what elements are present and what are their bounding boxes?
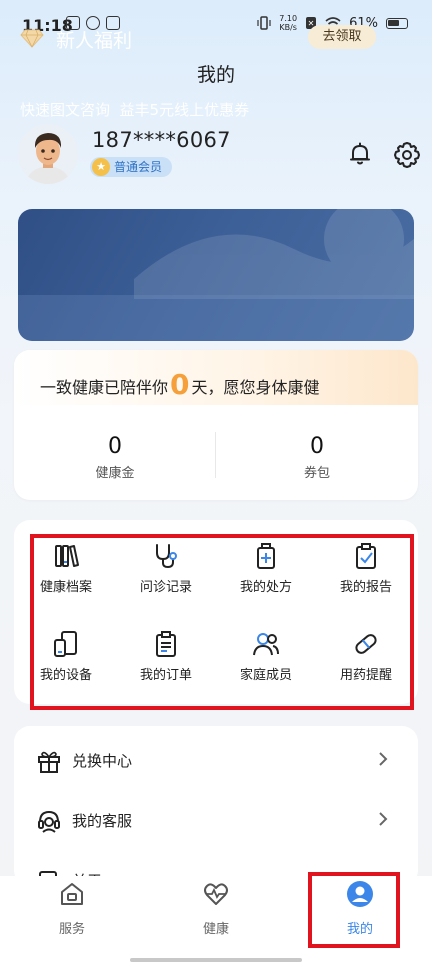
nav-label: 服务 bbox=[58, 922, 85, 937]
companion-text-before: 一致健康已陪伴你 bbox=[40, 378, 169, 397]
nav-label: 健康 bbox=[202, 922, 229, 937]
menu-item-customer-service[interactable]: 我的客服 bbox=[14, 792, 418, 850]
coupon-wallet-value[interactable]: 0 bbox=[217, 434, 417, 459]
nav-tab-service[interactable]: 服务 bbox=[12, 880, 132, 946]
stat-divider bbox=[215, 432, 216, 478]
network-speed-value: 7.10 bbox=[279, 14, 298, 23]
avatar[interactable] bbox=[18, 124, 78, 184]
nav-tab-health[interactable]: 健康 bbox=[156, 880, 276, 946]
welfare-title: 新人福利 bbox=[56, 30, 133, 52]
home-indicator bbox=[130, 958, 302, 962]
battery-icon bbox=[386, 17, 408, 29]
companion-text: 一致健康已陪伴你 0 天，愿您身体康健 bbox=[40, 368, 320, 401]
chevron-right-icon bbox=[379, 752, 388, 766]
home-icon bbox=[61, 883, 83, 905]
coupon-wallet-label[interactable]: 券包 bbox=[217, 462, 417, 481]
gift-icon bbox=[38, 751, 60, 773]
diamond-icon bbox=[20, 29, 44, 48]
network-speed: 7.10 KB/s bbox=[279, 14, 297, 32]
health-gold-value[interactable]: 0 bbox=[15, 434, 215, 459]
new-user-welfare-card[interactable] bbox=[18, 209, 414, 341]
companion-text-after: 天，愿您身体康健 bbox=[191, 378, 320, 397]
chevron-right-icon bbox=[379, 812, 388, 826]
menu-label: 兑换中心 bbox=[72, 752, 133, 770]
star-icon: ★ bbox=[92, 158, 110, 176]
phone-number: 187****6067 bbox=[92, 128, 231, 152]
welfare-description: 快速图文咨询 益丰5元线上优惠券 bbox=[20, 101, 250, 119]
menu-item-exchange-center[interactable]: 兑换中心 bbox=[14, 732, 418, 790]
gear-icon[interactable] bbox=[392, 140, 422, 170]
annotation-highlight-box bbox=[308, 872, 400, 948]
page-title: 我的 bbox=[196, 64, 235, 86]
companion-days: 0 bbox=[170, 368, 190, 401]
network-speed-unit: KB/s bbox=[279, 23, 297, 32]
bell-icon[interactable] bbox=[346, 140, 374, 168]
claim-button[interactable]: 去领取 bbox=[308, 25, 376, 49]
health-gold-label[interactable]: 健康金 bbox=[15, 462, 215, 481]
annotation-highlight-box bbox=[30, 534, 414, 710]
avatar-image bbox=[18, 124, 78, 184]
member-badge-label: 普通会员 bbox=[114, 160, 163, 174]
heart-pulse-icon bbox=[204, 883, 228, 905]
vibrate-icon bbox=[257, 16, 271, 30]
member-badge: ★ 普通会员 bbox=[90, 157, 173, 177]
welfare-desc-band bbox=[18, 295, 414, 341]
welfare-decoration bbox=[134, 209, 414, 299]
menu-label: 我的客服 bbox=[72, 812, 133, 830]
customer-service-icon bbox=[38, 810, 60, 833]
